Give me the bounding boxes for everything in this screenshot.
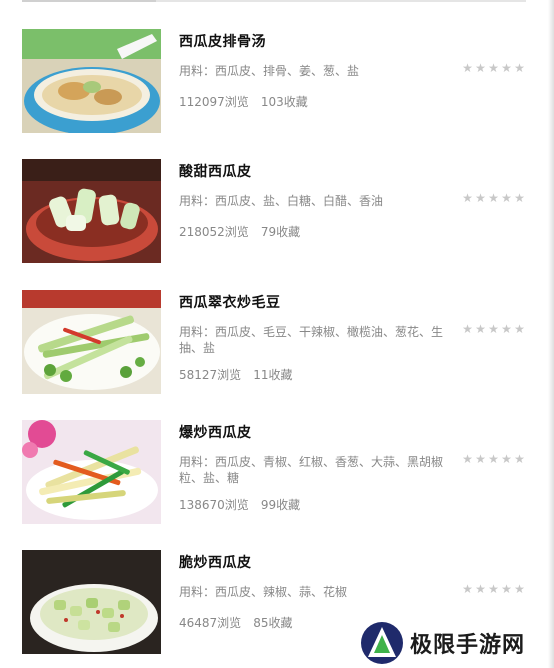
recipe-title[interactable]: 西瓜翠衣炒毛豆 [179,292,281,312]
site-watermark: 极限手游网 [360,618,554,668]
recipe-thumbnail[interactable] [22,420,161,524]
recipe-stats: 58127浏览 11收藏 [179,366,292,383]
star-icon: ★ [501,61,512,75]
rating-stars: ★ ★ ★ ★ ★ [461,62,526,75]
scroll-edge [548,0,554,668]
rating-stars: ★ ★ ★ ★ ★ [461,192,526,205]
recipe-stats: 112097浏览 103收藏 [179,93,308,110]
recipe-title[interactable]: 西瓜皮排骨汤 [179,31,266,51]
recipe-stats: 46487浏览 85收藏 [179,614,292,631]
view-count: 138670浏览 [179,498,249,512]
view-count: 112097浏览 [179,95,249,109]
star-icon: ★ [475,191,486,205]
rating-stars: ★ ★ ★ ★ ★ [461,583,526,596]
recipe-thumbnail[interactable] [22,159,161,263]
star-icon: ★ [462,452,473,466]
recipe-item[interactable]: 酸甜西瓜皮 用料：西瓜皮、盐、白糖、白醋、香油 218052浏览 79收藏 ★ ★ ★… [22,159,532,269]
star-icon: ★ [514,582,525,596]
star-icon: ★ [475,452,486,466]
star-icon: ★ [514,452,525,466]
favorite-count: 103收藏 [260,95,308,109]
recipe-thumbnail[interactable] [22,290,161,394]
view-count: 218052浏览 [179,225,249,239]
recipe-stats: 138670浏览 99收藏 [179,496,300,513]
star-icon: ★ [514,322,525,336]
star-icon: ★ [475,582,486,596]
star-icon: ★ [462,582,473,596]
star-icon: ★ [514,191,525,205]
star-icon: ★ [475,61,486,75]
rating-stars: ★ ★ ★ ★ ★ [461,453,526,466]
rating-stars: ★ ★ ★ ★ ★ [461,323,526,336]
favorite-count: 99收藏 [260,498,301,512]
recipe-stats: 218052浏览 79收藏 [179,223,300,240]
star-icon: ★ [501,191,512,205]
star-icon: ★ [475,322,486,336]
recipe-ingredients: 用料：西瓜皮、青椒、红椒、香葱、大蒜、黑胡椒粒、盐、糖 [179,455,444,485]
watermark-text: 极限手游网 [410,633,526,658]
favorite-count: 11收藏 [253,368,293,382]
recipe-item[interactable]: 西瓜翠衣炒毛豆 用料：西瓜皮、毛豆、干辣椒、橄榄油、葱花、生抽、盐 58127浏… [22,290,532,400]
top-divider [22,0,526,4]
recipe-item[interactable]: 西瓜皮排骨汤 用料：西瓜皮、排骨、姜、葱、盐 112097浏览 103收藏 ★ ★ ★… [22,29,532,139]
favorite-count: 79收藏 [260,225,301,239]
recipe-ingredients: 用料：西瓜皮、辣椒、蒜、花椒 [179,585,348,599]
star-icon: ★ [488,61,499,75]
recipe-title[interactable]: 酸甜西瓜皮 [179,161,252,181]
star-icon: ★ [514,61,525,75]
recipe-thumbnail[interactable] [22,550,161,654]
recipe-item[interactable]: 爆炒西瓜皮 用料：西瓜皮、青椒、红椒、香葱、大蒜、黑胡椒粒、盐、糖 138670… [22,420,532,530]
star-icon: ★ [501,322,512,336]
star-icon: ★ [488,322,499,336]
star-icon: ★ [501,452,512,466]
star-icon: ★ [462,322,473,336]
recipe-title[interactable]: 脆炒西瓜皮 [179,552,252,572]
star-icon: ★ [462,191,473,205]
favorite-count: 85收藏 [253,616,293,630]
site-logo-icon [361,622,403,664]
view-count: 58127浏览 [179,368,242,382]
star-icon: ★ [488,582,499,596]
star-icon: ★ [501,582,512,596]
recipe-thumbnail[interactable] [22,29,161,133]
recipe-ingredients: 用料：西瓜皮、毛豆、干辣椒、橄榄油、葱花、生抽、盐 [179,325,444,355]
recipe-ingredients: 用料：西瓜皮、排骨、姜、葱、盐 [179,64,360,78]
star-icon: ★ [462,61,473,75]
star-icon: ★ [488,452,499,466]
recipe-ingredients: 用料：西瓜皮、盐、白糖、白醋、香油 [179,194,384,208]
recipe-title[interactable]: 爆炒西瓜皮 [179,422,252,442]
star-icon: ★ [488,191,499,205]
view-count: 46487浏览 [179,616,242,630]
